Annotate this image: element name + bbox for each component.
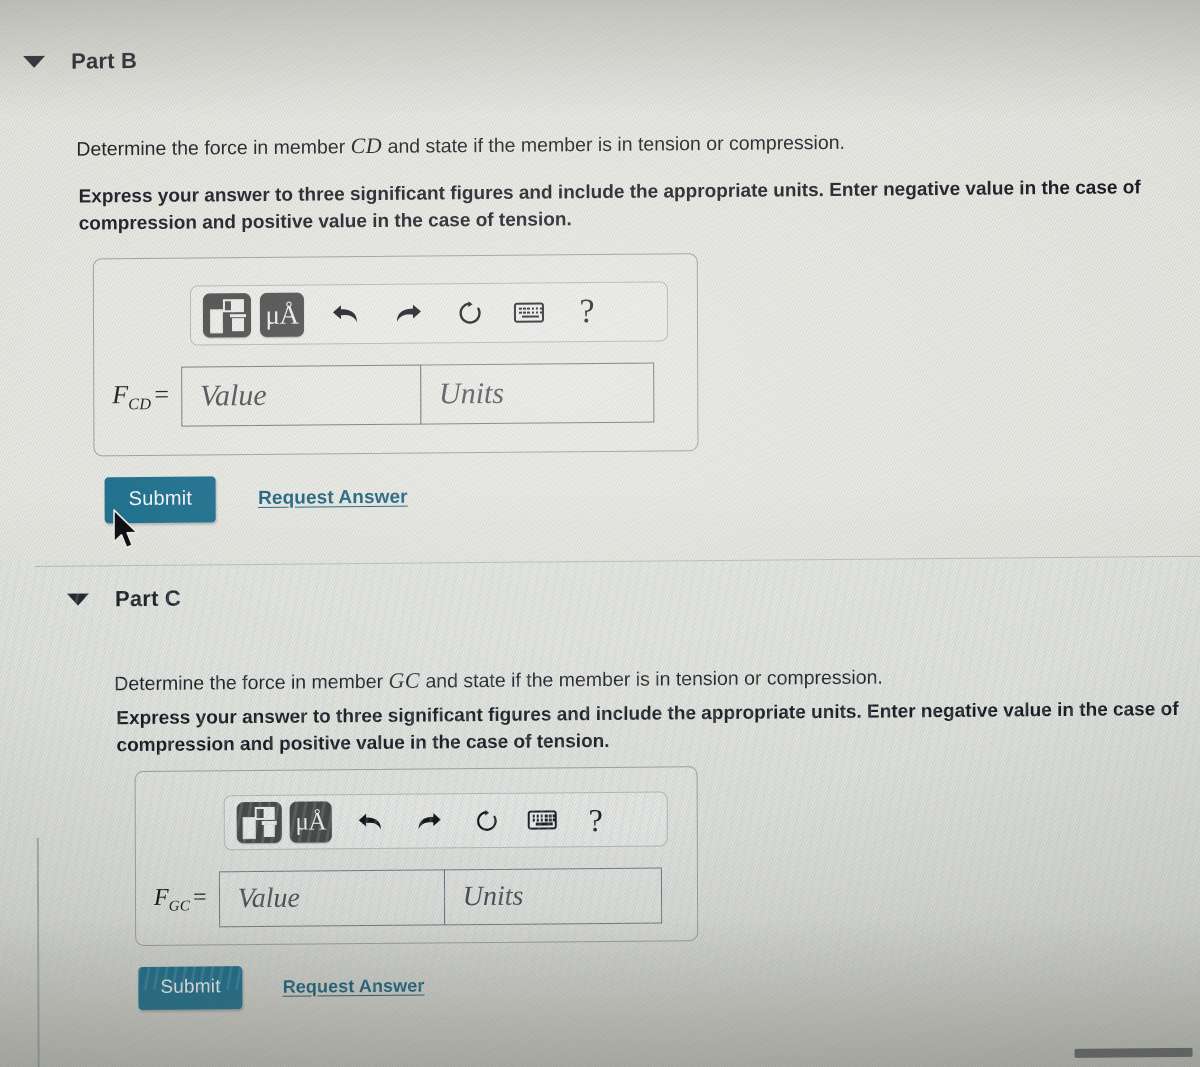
template-icon[interactable] <box>202 293 252 338</box>
redo-icon[interactable] <box>388 292 428 336</box>
part-b-title: Part B <box>71 48 138 74</box>
screenshot-photo: Part B Determine the force in member CD … <box>0 0 1200 1067</box>
part-b-value-input[interactable]: Value <box>180 364 422 427</box>
template-numerator-glyph <box>232 298 244 313</box>
units-icon-label: μÅ <box>265 299 299 330</box>
part-b-variable-label: FCD = <box>112 380 169 415</box>
part-c-value-placeholder: Value <box>237 882 300 915</box>
part-c-instruction: Express your answer to three significant… <box>116 698 1179 757</box>
undo-icon[interactable] <box>326 292 366 336</box>
page-left-rule <box>36 837 40 1067</box>
part-b-submit-button[interactable]: Submit <box>104 476 217 524</box>
part-c-header[interactable]: Part C <box>66 585 182 613</box>
page-content: Part B Determine the force in member CD … <box>0 0 1200 1067</box>
keyboard-icon[interactable] <box>522 799 562 840</box>
part-b-answer-panel: μÅ ? FCD = Value Units <box>92 253 699 457</box>
part-c-toolbar: μÅ ? <box>223 791 668 851</box>
part-c-answer-panel: μÅ ? FGC = Value Units <box>134 766 699 947</box>
window-bottom-bar <box>1074 1047 1193 1058</box>
reset-icon[interactable] <box>468 800 506 841</box>
part-b-request-answer-link[interactable]: Request Answer <box>258 487 408 510</box>
template-icon[interactable] <box>236 801 282 844</box>
part-c-question-post: and state if the member is in tension or… <box>419 666 883 693</box>
part-c-variable-label: FGC = <box>154 884 207 915</box>
keyboard-icon[interactable] <box>508 290 550 334</box>
part-b-equals: = <box>154 379 170 409</box>
units-icon[interactable]: μÅ <box>259 292 305 337</box>
keyboard-row <box>518 307 543 310</box>
part-c-request-answer-link[interactable]: Request Answer <box>283 976 425 998</box>
keyboard-row <box>522 315 540 319</box>
caret-down-icon[interactable] <box>66 593 90 606</box>
keyboard-row <box>518 311 543 315</box>
help-icon[interactable]: ? <box>580 799 612 840</box>
part-b-units-placeholder: Units <box>438 376 505 411</box>
part-c-answer-row: FGC = Value Units <box>154 867 662 928</box>
redo-icon[interactable] <box>410 800 448 841</box>
section-divider <box>34 555 1200 567</box>
part-c-question: Determine the force in member GC and sta… <box>114 659 1134 697</box>
part-c-variable-base: F <box>153 884 169 911</box>
units-icon[interactable]: μÅ <box>289 801 332 843</box>
part-c-member-label: GC <box>388 667 421 693</box>
part-c-title: Part C <box>114 585 182 612</box>
part-b-variable-base: F <box>112 380 129 410</box>
part-c-submit-button[interactable]: Submit <box>138 966 243 1011</box>
part-b-header[interactable]: Part B <box>23 48 137 75</box>
part-c-value-input[interactable]: Value <box>218 869 445 928</box>
caret-down-icon[interactable] <box>23 55 46 69</box>
undo-icon[interactable] <box>352 801 390 842</box>
part-b-toolbar: μÅ ? <box>189 281 669 346</box>
template-denominator-glyph <box>264 824 276 838</box>
part-b-question-post: and state if the member is in tension or… <box>382 131 845 158</box>
template-box-glyph <box>243 816 256 840</box>
units-icon-label: μÅ <box>295 808 327 836</box>
template-denominator-glyph <box>232 317 244 332</box>
part-c-variable-subscript: GC <box>168 897 191 915</box>
part-b-answer-row: FCD = Value Units <box>112 362 655 428</box>
part-c-units-placeholder: Units <box>462 880 524 913</box>
keyboard-row <box>532 818 556 822</box>
template-box-glyph <box>209 309 224 334</box>
keyboard-row <box>535 822 553 826</box>
part-b-value-placeholder: Value <box>199 378 267 413</box>
part-b-instruction: Express your answer to three significant… <box>78 177 1141 235</box>
help-icon[interactable]: ? <box>570 290 604 334</box>
part-c-equals: = <box>193 884 207 911</box>
part-c-submit-row: Submit Request Answer <box>138 965 425 1011</box>
keyboard-row <box>532 814 556 818</box>
template-numerator-glyph <box>264 807 275 820</box>
part-b-units-input[interactable]: Units <box>419 362 655 425</box>
part-c-units-input[interactable]: Units <box>443 867 662 926</box>
part-b-variable-subscript: CD <box>128 396 152 414</box>
part-b-question-pre: Determine the force in member <box>76 136 351 161</box>
part-c-question-pre: Determine the force in member <box>114 670 389 696</box>
reset-icon[interactable] <box>450 291 490 335</box>
part-b-member-label: CD <box>350 132 383 159</box>
part-b-submit-row: Submit Request Answer <box>104 475 408 524</box>
part-b-question: Determine the force in member CD and sta… <box>76 125 1096 163</box>
